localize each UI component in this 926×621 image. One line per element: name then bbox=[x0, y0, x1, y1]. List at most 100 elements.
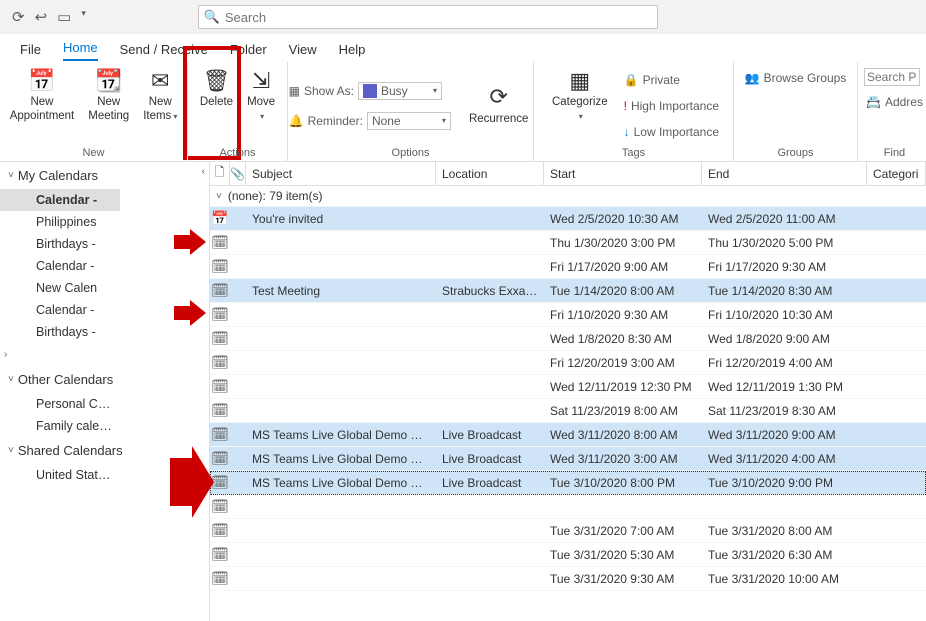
shared-calendars-header[interactable]: ˅ Shared Calendars bbox=[0, 437, 209, 464]
new-items-button[interactable]: ✉ NewItems▾ bbox=[137, 66, 183, 126]
sync-icon[interactable]: ⟳ bbox=[12, 8, 25, 26]
list-row[interactable]: 📅You're invitedWed 2/5/2020 10:30 AMWed … bbox=[210, 207, 926, 231]
row-start: Tue 3/10/2020 8:00 PM bbox=[544, 476, 702, 490]
tab-view[interactable]: View bbox=[289, 42, 317, 61]
search-box[interactable]: 🔍 bbox=[198, 5, 658, 29]
list-row[interactable]: 🗓Wed 1/8/2020 8:30 AMWed 1/8/2020 9:00 A… bbox=[210, 327, 926, 351]
busy-swatch bbox=[363, 84, 377, 98]
row-end: Tue 3/10/2020 9:00 PM bbox=[702, 476, 867, 490]
row-location: Live Broadcast bbox=[436, 476, 544, 490]
tab-file[interactable]: File bbox=[20, 42, 41, 61]
browse-groups-button[interactable]: 👥Browse Groups bbox=[743, 68, 849, 88]
group-label-actions: Actions bbox=[188, 145, 287, 161]
nav-item[interactable]: United States holidays bbox=[0, 464, 120, 486]
list-row[interactable]: 🗓Tue 3/31/2020 5:30 AMTue 3/31/2020 6:30… bbox=[210, 543, 926, 567]
show-as-select[interactable]: Busy ▾ bbox=[358, 82, 442, 100]
list-row[interactable]: 🗓Tue 3/31/2020 9:30 AMTue 3/31/2020 10:0… bbox=[210, 567, 926, 591]
tab-home[interactable]: Home bbox=[63, 40, 98, 61]
archive-icon[interactable]: ▭ bbox=[57, 8, 71, 26]
row-subject: MS Teams Live Global Demo Sessio... bbox=[246, 452, 436, 466]
nav-item[interactable]: Calendar - bbox=[0, 255, 120, 277]
row-type-icon: 🗓 bbox=[210, 402, 230, 419]
list-row[interactable]: 🗓Wed 12/11/2019 12:30 PMWed 12/11/2019 1… bbox=[210, 375, 926, 399]
tab-folder[interactable]: Folder bbox=[230, 42, 267, 61]
list-row[interactable]: 🗓Sat 11/23/2019 8:00 AMSat 11/23/2019 8:… bbox=[210, 399, 926, 423]
row-location: Live Broadcast bbox=[436, 428, 544, 442]
new-meeting-button[interactable]: 📆 NewMeeting bbox=[82, 66, 135, 126]
nav-item[interactable]: Birthdays - bbox=[0, 233, 120, 255]
row-type-icon: 🗓 bbox=[210, 282, 230, 299]
nav-item[interactable]: Philippines bbox=[0, 211, 120, 233]
meeting-icon: 📆 bbox=[95, 68, 123, 94]
row-subject: You're invited bbox=[246, 212, 436, 226]
chevron-down-icon: ˅ bbox=[8, 445, 14, 456]
list-row[interactable]: 🗓Fri 1/10/2020 9:30 AMFri 1/10/2020 10:3… bbox=[210, 303, 926, 327]
col-start[interactable]: Start bbox=[544, 162, 702, 185]
list-row[interactable]: 🗓Fri 12/20/2019 3:00 AMFri 12/20/2019 4:… bbox=[210, 351, 926, 375]
row-subject: MS Teams Live Global Demo Sessio... bbox=[246, 476, 436, 490]
nav-item[interactable]: New Calen bbox=[0, 277, 120, 299]
row-end: Tue 3/31/2020 8:00 AM bbox=[702, 524, 867, 538]
categorize-icon: ▦ bbox=[566, 68, 594, 94]
address-book-icon: 📇 bbox=[866, 95, 881, 109]
nav-item[interactable]: Calendar - bbox=[0, 299, 120, 321]
reminder-select[interactable]: None▾ bbox=[367, 112, 451, 130]
high-importance-button[interactable]: !High Importance bbox=[622, 96, 721, 116]
row-start: Wed 12/11/2019 12:30 PM bbox=[544, 380, 702, 394]
col-end[interactable]: End bbox=[702, 162, 867, 185]
col-location[interactable]: Location bbox=[436, 162, 544, 185]
tab-send-receive[interactable]: Send / Receive bbox=[120, 42, 208, 61]
move-icon: ⇲ bbox=[247, 68, 275, 94]
new-appointment-button[interactable]: 📅 NewAppointment bbox=[4, 66, 81, 126]
collapse-pane-icon[interactable]: ‹ bbox=[202, 166, 205, 177]
title-bar: ⟳ ↩ ▭ ▾ 🔍 bbox=[0, 0, 926, 34]
list-row[interactable]: 🗓Test MeetingStrabucks Exxa To...Tue 1/1… bbox=[210, 279, 926, 303]
low-importance-button[interactable]: ↓Low Importance bbox=[622, 122, 721, 142]
private-button[interactable]: 🔒Private bbox=[622, 70, 721, 90]
tab-help[interactable]: Help bbox=[339, 42, 366, 61]
row-end: Wed 1/8/2020 9:00 AM bbox=[702, 332, 867, 346]
list-row[interactable]: 🗓Fri 1/17/2020 9:00 AMFri 1/17/2020 9:30… bbox=[210, 255, 926, 279]
row-subject: MS Teams Live Global Demo Sessio... bbox=[246, 428, 436, 442]
trash-icon: 🗑 bbox=[202, 68, 230, 94]
nav-item[interactable]: Family calendar bbox=[0, 415, 120, 437]
undo-icon[interactable]: ↩ bbox=[35, 8, 48, 26]
unknown-group-header[interactable]: › bbox=[0, 343, 209, 366]
group-row[interactable]: ˅ (none): 79 item(s) bbox=[210, 186, 926, 207]
address-book-button[interactable]: 📇Addres bbox=[864, 92, 925, 112]
nav-item[interactable]: Personal Calendar bbox=[0, 393, 120, 415]
categorize-button[interactable]: ▦ Categorize▾ bbox=[546, 66, 614, 126]
recurrence-button[interactable]: ⟳ Recurrence bbox=[463, 83, 534, 129]
list-row[interactable]: 🗓MS Teams Live Global Demo Sessio...Live… bbox=[210, 471, 926, 495]
list-row[interactable]: 🗓Tue 3/31/2020 7:00 AMTue 3/31/2020 8:00… bbox=[210, 519, 926, 543]
row-type-icon: 🗓 bbox=[210, 570, 230, 587]
qat-more-icon[interactable]: ▾ bbox=[81, 8, 86, 26]
ribbon-group-find: 📇Addres Find bbox=[858, 62, 926, 161]
row-end: Sat 11/23/2019 8:30 AM bbox=[702, 404, 867, 418]
row-type-icon: 🗓 bbox=[210, 522, 230, 539]
row-end: Tue 3/31/2020 10:00 AM bbox=[702, 572, 867, 586]
search-people-input[interactable] bbox=[864, 68, 920, 86]
group-label-groups: Groups bbox=[734, 145, 857, 161]
search-icon: 🔍 bbox=[199, 9, 225, 25]
chevron-down-icon: ˅ bbox=[8, 170, 14, 181]
nav-item[interactable]: Birthdays - bbox=[0, 321, 120, 343]
list-row[interactable]: 🗓Thu 1/30/2020 3:00 PMThu 1/30/2020 5:00… bbox=[210, 231, 926, 255]
list-row[interactable]: 🗓 bbox=[210, 495, 926, 519]
col-attachment[interactable]: 📎 bbox=[230, 162, 246, 185]
list-row[interactable]: 🗓MS Teams Live Global Demo Sessio...Live… bbox=[210, 447, 926, 471]
nav-item[interactable]: Calendar - bbox=[0, 189, 120, 211]
col-icon[interactable]: 🗋 bbox=[210, 162, 230, 185]
calendar-nav-pane: ‹ ˅ My Calendars Calendar -PhilippinesBi… bbox=[0, 162, 210, 621]
row-type-icon: 🗓 bbox=[210, 234, 230, 251]
list-row[interactable]: 🗓MS Teams Live Global Demo Sessio...Live… bbox=[210, 423, 926, 447]
other-calendars-header[interactable]: ˅ Other Calendars bbox=[0, 366, 209, 393]
ribbon-group-options: ▦ Show As: Busy ▾ 🔔 Reminder: None▾ ⟳ bbox=[288, 62, 534, 161]
search-input[interactable] bbox=[225, 10, 657, 25]
col-categories[interactable]: Categori bbox=[867, 162, 926, 185]
col-subject[interactable]: Subject bbox=[246, 162, 436, 185]
my-calendars-header[interactable]: ˅ My Calendars bbox=[0, 162, 209, 189]
row-type-icon: 🗓 bbox=[210, 546, 230, 563]
move-button[interactable]: ⇲ Move▾ bbox=[241, 66, 281, 126]
delete-button[interactable]: 🗑 Delete bbox=[194, 66, 239, 112]
